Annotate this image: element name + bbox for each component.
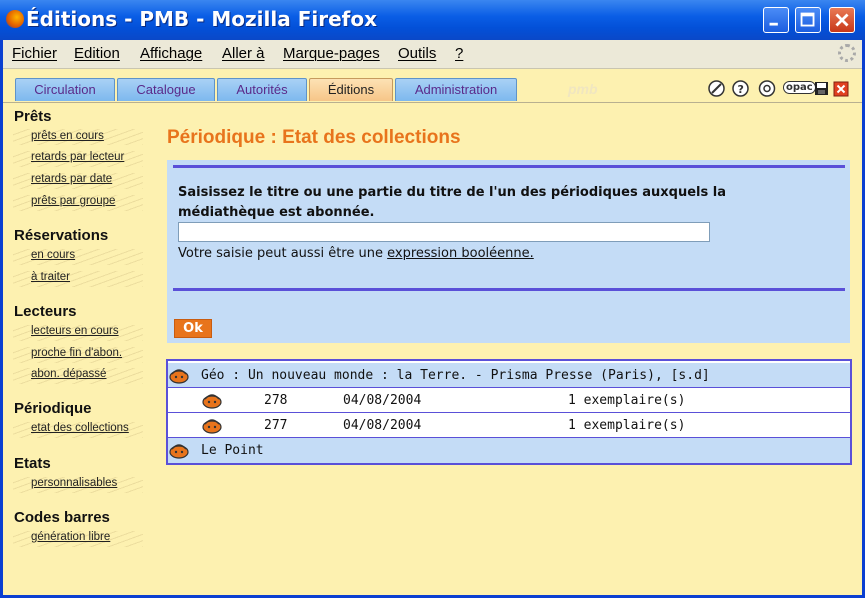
search-hint-text: Votre saisie peut aussi être une [178,246,388,261]
menu-fichier[interactable]: Fichier [12,45,57,62]
issue-row[interactable]: 278 04/08/2004 1 exemplaire(s) [168,388,850,413]
title-bar: Éditions - PMB - Mozilla Firefox [0,0,865,40]
issue-number: 277 [264,418,288,433]
sidebar-item-prets-par-groupe[interactable]: prêts par groupe [31,195,115,207]
help-icon[interactable]: ? [732,80,749,97]
search-prompt: Saisissez le titre ou une partie du titr… [178,185,726,220]
sidebar-item-prets-en-cours[interactable]: prêts en cours [31,130,104,142]
boolean-expression-link[interactable]: expression booléenne. [387,246,534,261]
sidebar-section-etats: Etats [14,455,51,472]
close-window-button[interactable] [829,7,855,33]
page-title: Périodique : Etat des collections [167,127,461,148]
maximize-icon [800,12,815,27]
issue-copies: 1 exemplaire(s) [568,418,686,433]
close-icon [835,13,849,27]
basket-icon[interactable] [169,441,189,459]
sidebar-item-lecteurs-en-cours[interactable]: lecteurs en cours [31,325,119,337]
menu-outils[interactable]: Outils [398,45,436,62]
minimize-button[interactable] [763,7,789,33]
maximize-button[interactable] [795,7,821,33]
basket-icon[interactable] [202,416,222,434]
module-tab-bar: Circulation Catalogue Autorités Éditions… [3,69,862,103]
menu-bar: Fichier Edition Affichage Aller à Marque… [3,40,862,69]
sidebar-item-a-traiter[interactable]: à traiter [31,271,70,283]
issue-date: 04/08/2004 [343,393,422,408]
sidebar-section-codes-barres: Codes barres [14,509,110,526]
pmb-logo: pmb [568,81,598,97]
throbber-icon [838,44,856,62]
search-input[interactable] [178,222,710,242]
sidebar-section-reservations: Réservations [14,227,109,244]
opac-icon[interactable]: opac [783,81,816,94]
issue-copies: 1 exemplaire(s) [568,393,686,408]
tab-autorites[interactable]: Autorités [217,78,307,101]
sidebar-section-lecteurs: Lecteurs [14,303,77,320]
tab-administration[interactable]: Administration [395,78,517,101]
periodical-title[interactable]: Le Point [201,443,264,458]
sidebar-section-prets: Prêts [14,108,52,125]
issue-row[interactable]: 277 04/08/2004 1 exemplaire(s) [168,413,850,438]
menu-marque-pages[interactable]: Marque-pages [283,45,380,62]
sidebar-item-etat-des-collections[interactable]: etat des collections [31,422,129,434]
basket-icon[interactable] [202,391,222,409]
sidebar-item-personnalisables[interactable]: personnalisables [31,477,117,489]
periodical-row[interactable]: Le Point [168,438,850,463]
minimize-icon [769,22,778,26]
svg-text:?: ? [738,83,744,96]
sidebar-item-reservations-en-cours[interactable]: en cours [31,249,75,261]
sidebar-item-proche-fin-abon[interactable]: proche fin d'abon. [31,347,122,359]
periodical-title[interactable]: Géo : Un nouveau monde : la Terre. - Pri… [201,368,710,383]
settings-icon[interactable] [756,80,778,97]
search-form: Saisissez le titre ou une partie du titr… [167,160,850,343]
issue-number: 278 [264,393,288,408]
form-top-rule [173,165,845,168]
sidebar-item-abon-depasse[interactable]: abon. dépassé [31,368,106,380]
tools-icon[interactable] [708,80,725,97]
sidebar-item-generation-libre[interactable]: génération libre [31,531,110,543]
issue-date: 04/08/2004 [343,418,422,433]
tab-circulation[interactable]: Circulation [15,78,115,101]
menu-edition[interactable]: Edition [74,45,120,62]
sidebar-item-retards-par-date[interactable]: retards par date [31,173,112,185]
window-title: Éditions - PMB - Mozilla Firefox [26,7,377,31]
menu-aller-a[interactable]: Aller à [222,45,265,62]
basket-icon[interactable] [169,366,189,384]
sidebar-menu: Prêts prêts en cours retards par lecteur… [3,103,163,593]
sidebar-section-periodique: Périodique [14,400,92,417]
save-icon[interactable] [814,80,829,97]
firefox-logo-icon [6,10,24,28]
menu-help[interactable]: ? [455,45,463,62]
ok-button[interactable]: Ok [174,319,212,338]
tab-catalogue[interactable]: Catalogue [117,78,215,101]
sidebar-item-retards-par-lecteur[interactable]: retards par lecteur [31,151,124,163]
menu-affichage[interactable]: Affichage [140,45,202,62]
tab-editions[interactable]: Éditions [309,78,393,101]
results-table: Géo : Un nouveau monde : la Terre. - Pri… [166,359,852,465]
periodical-row[interactable]: Géo : Un nouveau monde : la Terre. - Pri… [168,363,850,388]
form-bottom-rule [173,288,845,291]
logout-icon[interactable] [833,80,849,97]
search-hint: Votre saisie peut aussi être une express… [178,246,534,261]
